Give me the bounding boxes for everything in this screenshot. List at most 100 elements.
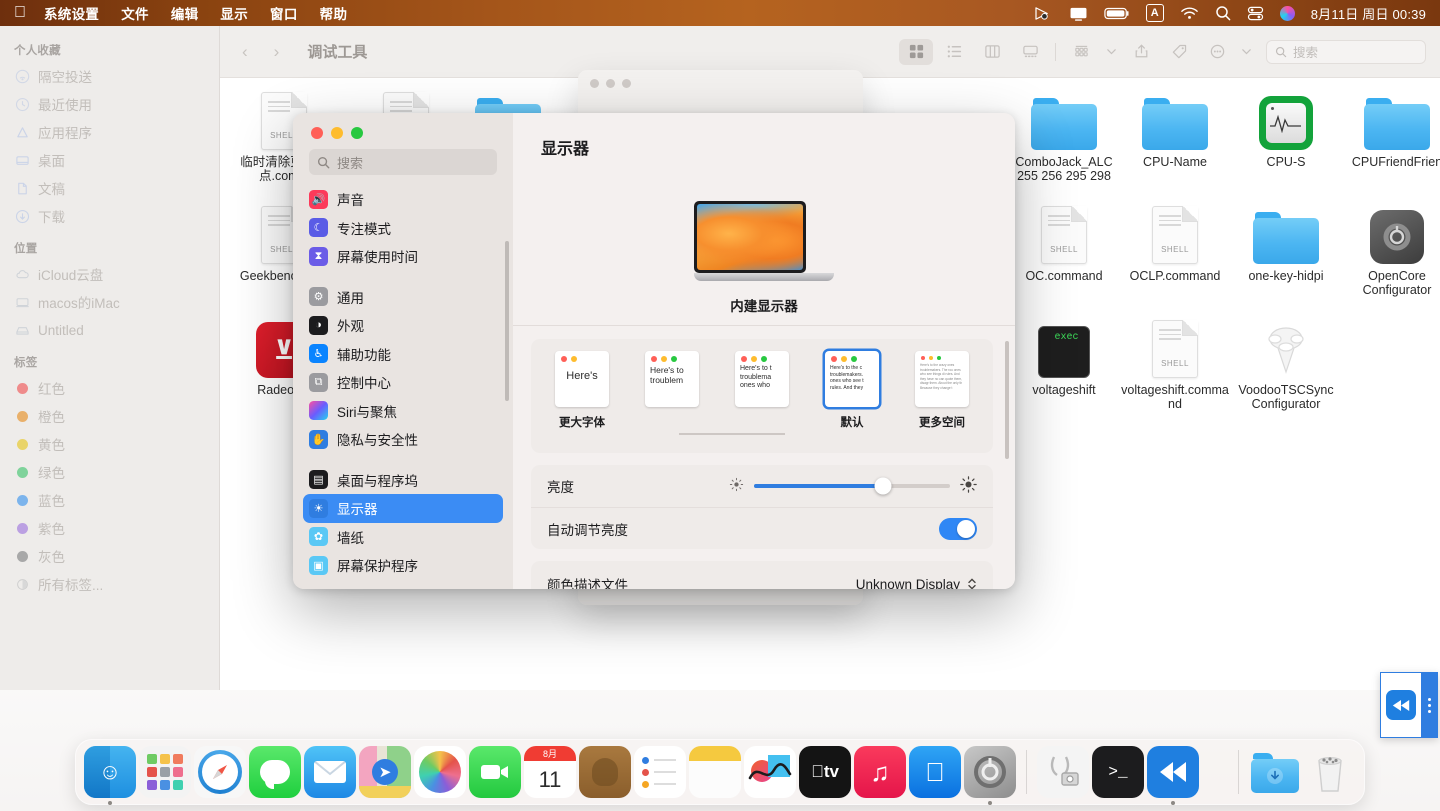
- settings-sidebar-scrollbar[interactable]: [505, 241, 509, 401]
- screen-mirroring-icon[interactable]: [1034, 4, 1053, 22]
- dock-item-messages[interactable]: [249, 746, 301, 798]
- settings-item-siri-spotlight[interactable]: Siri与聚焦: [303, 397, 503, 426]
- file-item[interactable]: SHELL voltageshift.command: [1119, 316, 1231, 411]
- close-button[interactable]: [311, 127, 323, 139]
- floating-overlay-widget[interactable]: [1380, 672, 1438, 738]
- auto-brightness-toggle[interactable]: [939, 518, 977, 540]
- sidebar-item-icloud[interactable]: iCloud云盘: [0, 260, 219, 288]
- dock-item-contacts[interactable]: [579, 746, 631, 798]
- settings-item-screen-time[interactable]: ⧗ 屏幕使用时间: [303, 242, 503, 271]
- column-view-button[interactable]: [975, 39, 1009, 65]
- file-item[interactable]: SHELL OCLP.command: [1119, 202, 1231, 283]
- control-center-icon[interactable]: [1247, 4, 1264, 22]
- share-button[interactable]: [1124, 39, 1158, 65]
- sidebar-tag-blue[interactable]: 蓝色: [0, 486, 219, 514]
- settings-item-control-center[interactable]: ⧉ 控制中心: [303, 368, 503, 397]
- menu-item-help[interactable]: 帮助: [320, 3, 348, 23]
- dock-item-calendar[interactable]: 8月 11: [524, 746, 576, 798]
- settings-item-appearance[interactable]: ◑ 外观: [303, 311, 503, 340]
- siri-icon[interactable]: [1280, 4, 1295, 22]
- tag-button[interactable]: [1162, 39, 1196, 65]
- resolution-option-larger-text[interactable]: Here's 更大字体: [547, 351, 617, 430]
- kebab-menu-icon[interactable]: [1421, 673, 1437, 737]
- sidebar-tag-orange[interactable]: 橙色: [0, 402, 219, 430]
- file-item[interactable]: VoodooTSCSync Configurator: [1230, 316, 1342, 411]
- file-item[interactable]: CPU-Name: [1119, 88, 1231, 169]
- apple-menu-icon[interactable]: : [14, 5, 26, 21]
- sidebar-tag-all[interactable]: 所有标签...: [0, 570, 219, 598]
- file-item[interactable]: exec voltageshift: [1008, 316, 1120, 397]
- resolution-option-3[interactable]: Here's to t troublema ones who: [727, 351, 797, 414]
- file-item[interactable]: CPUFriendFrien: [1341, 88, 1440, 169]
- dock-item-terminal[interactable]: >_: [1092, 746, 1144, 798]
- settings-item-desktop-dock[interactable]: ▤ 桌面与程序坞: [303, 466, 503, 495]
- dock-item-downloads-folder[interactable]: [1249, 746, 1301, 798]
- finder-search-field[interactable]: 搜索: [1266, 40, 1426, 64]
- resolution-slider-track[interactable]: [679, 433, 785, 435]
- menu-item-file[interactable]: 文件: [121, 3, 149, 23]
- zoom-button[interactable]: [351, 127, 363, 139]
- dock-item-appletv[interactable]: tv: [799, 746, 851, 798]
- file-item[interactable]: ComboJack_ALC 255 256 295 298: [1008, 88, 1120, 183]
- list-view-button[interactable]: [937, 39, 971, 65]
- minimize-button[interactable]: [331, 127, 343, 139]
- dock-item-launchpad[interactable]: [139, 746, 191, 798]
- dock-item-mail[interactable]: [304, 746, 356, 798]
- dock-item-disk-utility[interactable]: [1037, 746, 1089, 798]
- input-source-icon[interactable]: A: [1146, 4, 1164, 22]
- gallery-view-button[interactable]: [1013, 39, 1047, 65]
- brightness-slider-knob[interactable]: [875, 478, 892, 495]
- menu-item-system-settings[interactable]: 系统设置: [44, 3, 99, 23]
- dock-item-trash[interactable]: [1304, 746, 1356, 798]
- dock-item-photos[interactable]: [414, 746, 466, 798]
- file-item[interactable]: SHELL OC.command: [1008, 202, 1120, 283]
- settings-item-sound[interactable]: 🔊 声音: [303, 185, 503, 214]
- file-item[interactable]: OpenCore Configurator: [1341, 202, 1440, 297]
- menu-item-window[interactable]: 窗口: [270, 3, 298, 23]
- back-button[interactable]: ‹: [242, 42, 248, 62]
- zoom-button[interactable]: [622, 79, 631, 88]
- group-by-button[interactable]: [1064, 39, 1098, 65]
- menu-bar-clock[interactable]: 8月11日 周日 00:39: [1311, 4, 1426, 23]
- forward-button[interactable]: ›: [274, 42, 280, 62]
- dock-item-facetime[interactable]: [469, 746, 521, 798]
- menu-item-edit[interactable]: 编辑: [171, 3, 199, 23]
- close-button[interactable]: [590, 79, 599, 88]
- battery-icon[interactable]: [1104, 4, 1130, 22]
- display-preview[interactable]: 内建显示器: [694, 201, 834, 315]
- dock-item-safari[interactable]: [194, 746, 246, 798]
- sidebar-item-airdrop[interactable]: 隔空投送: [0, 62, 219, 90]
- file-item[interactable]: one-key-hidpi: [1230, 202, 1342, 283]
- dock-item-music[interactable]: ♫: [854, 746, 906, 798]
- sidebar-tag-green[interactable]: 绿色: [0, 458, 219, 486]
- chevron-down-icon[interactable]: [1102, 39, 1120, 65]
- sidebar-item-downloads[interactable]: 下载: [0, 202, 219, 230]
- settings-item-screensaver[interactable]: ▣ 屏幕保护程序: [303, 551, 503, 580]
- settings-item-displays[interactable]: ☀ 显示器: [303, 494, 503, 523]
- more-actions-chevron-icon[interactable]: [1238, 39, 1254, 65]
- settings-item-privacy-security[interactable]: ✋ 隐私与安全性: [303, 425, 503, 454]
- sidebar-tag-red[interactable]: 红色: [0, 374, 219, 402]
- more-actions-button[interactable]: [1200, 39, 1234, 65]
- sidebar-item-desktop[interactable]: 桌面: [0, 146, 219, 174]
- sidebar-item-documents[interactable]: 文稿: [0, 174, 219, 202]
- settings-item-general[interactable]: ⚙ 通用: [303, 283, 503, 312]
- wifi-icon[interactable]: [1180, 4, 1199, 22]
- menu-item-view[interactable]: 显示: [220, 3, 248, 23]
- sidebar-item-recents[interactable]: 最近使用: [0, 90, 219, 118]
- dock-item-system-settings[interactable]: [964, 746, 1016, 798]
- dock-item-reminders[interactable]: [634, 746, 686, 798]
- settings-search-field[interactable]: 搜索: [309, 149, 497, 175]
- resolution-option-more-space[interactable]: Here's to the crazy ones troublemakers. …: [907, 351, 977, 430]
- settings-detail-scrollbar[interactable]: [1005, 341, 1009, 459]
- search-icon[interactable]: [1215, 4, 1231, 22]
- file-item[interactable]: CPU-S: [1230, 88, 1342, 169]
- settings-item-wallpaper[interactable]: ✿ 墙纸: [303, 523, 503, 552]
- resolution-option-default[interactable]: Here's to the c troublemakers. ones who …: [817, 351, 887, 430]
- dock-item-finder[interactable]: ☺: [84, 746, 136, 798]
- dock-item-notes[interactable]: [689, 746, 741, 798]
- icon-view-button[interactable]: [899, 39, 933, 65]
- sidebar-item-untitled-disk[interactable]: Untitled: [0, 316, 219, 344]
- blue-play-icon[interactable]: [1381, 673, 1421, 737]
- dock-item-blue-app[interactable]: [1147, 746, 1199, 798]
